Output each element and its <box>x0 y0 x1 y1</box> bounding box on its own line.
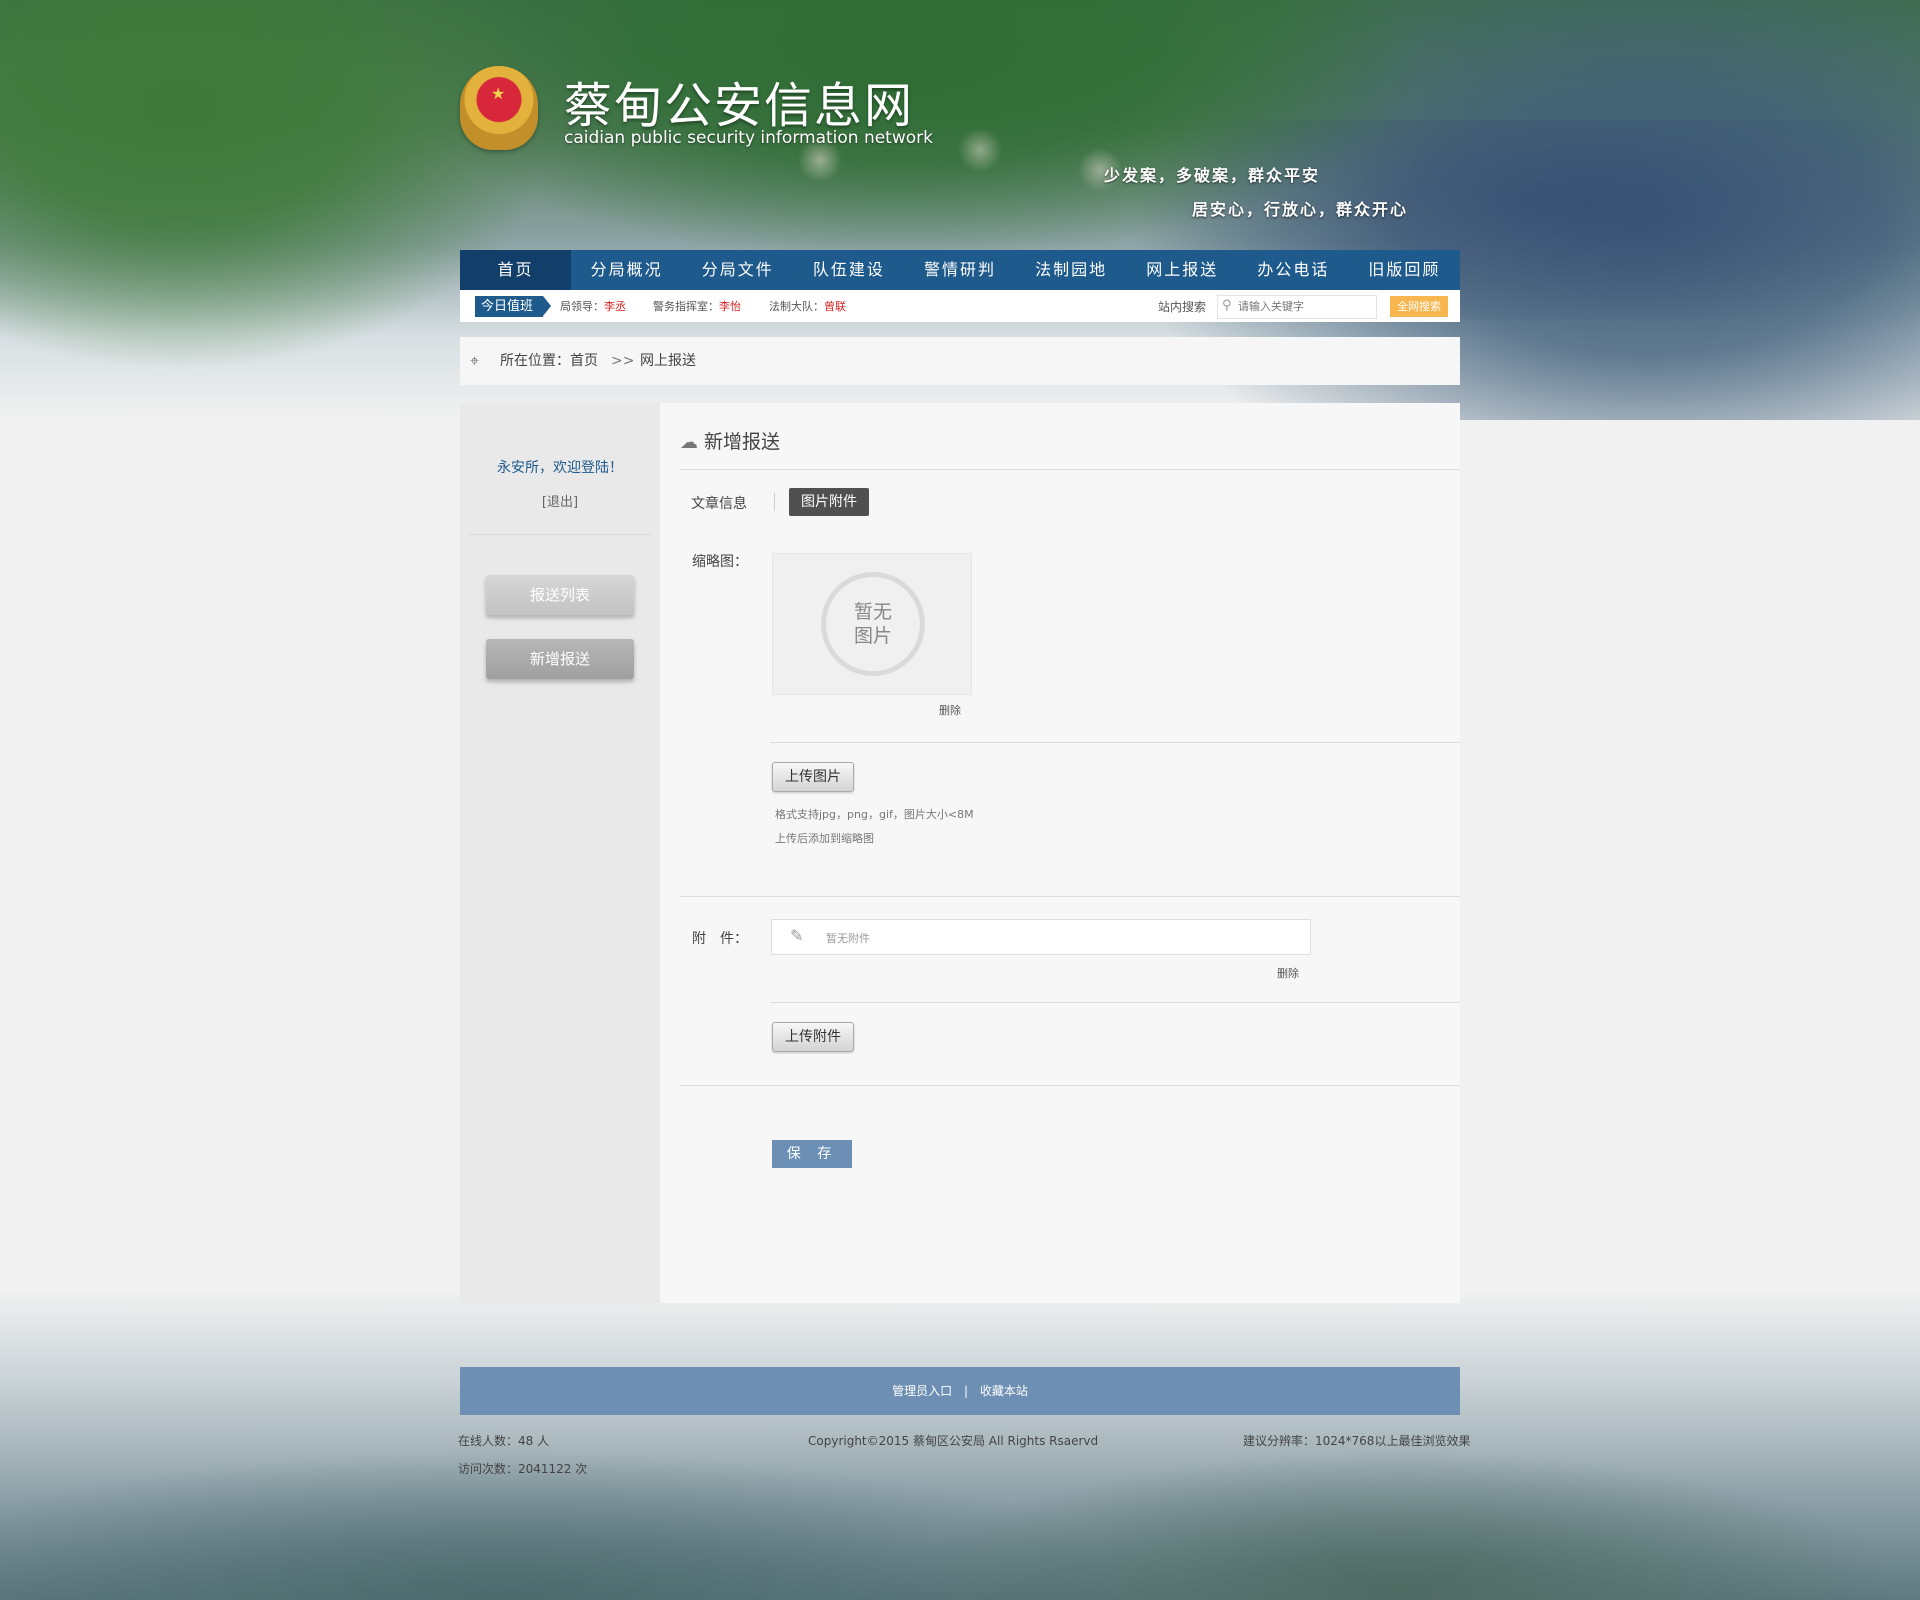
page-title: ☁ 新增报送 <box>680 427 780 454</box>
duty-legal-label: 法制大队： <box>769 300 824 313</box>
format-hint: 格式支持jpg，png，gif，图片大小<8M <box>775 808 974 821</box>
logout-link[interactable]: [退出] <box>460 491 660 510</box>
slogan-line-1: 少发案，多破案，群众平安 <box>1104 166 1321 185</box>
attachment-field[interactable]: ✎ 暂无附件 <box>771 919 1311 955</box>
duty-legal-name: 曾联 <box>824 300 846 313</box>
page-title-text: 新增报送 <box>704 431 781 453</box>
nav-item-analysis[interactable]: 警情研判 <box>904 250 1015 290</box>
welcome-text: 永安所，欢迎登陆！ <box>497 460 623 476</box>
sidebar: 永安所，欢迎登陆！ [退出] 报送列表 新增报送 <box>460 403 660 1303</box>
thumbnail-label: 缩略图： <box>692 554 748 570</box>
search-icon: ⚲ <box>1222 298 1232 313</box>
breadcrumb-separator: >> <box>611 353 635 369</box>
duty-bar: 今日值班 局领导：李丞 警务指挥室：李怡 法制大队：曾联 站内搜索 ⚲ 全网搜索 <box>460 290 1460 322</box>
title-divider <box>680 469 1460 470</box>
copyright: Copyright©2015 蔡甸区公安局 All Rights Rsaervd <box>808 1434 1099 1448</box>
slogan-line-2: 居安心，行放心，群众开心 <box>1192 200 1409 219</box>
search-box: ⚲ <box>1217 295 1377 319</box>
attachment-placeholder: 暂无附件 <box>826 932 870 945</box>
sidebar-divider <box>470 534 650 535</box>
admin-entry-link[interactable]: 管理员入口 <box>892 1384 952 1398</box>
attachment-divider <box>770 1002 1460 1003</box>
site-subtitle: caidian public security information netw… <box>564 128 933 148</box>
nav-item-legal[interactable]: 法制园地 <box>1016 250 1127 290</box>
nav-item-documents[interactable]: 分局文件 <box>682 250 793 290</box>
duty-leader-name: 李丞 <box>604 300 626 313</box>
search-input[interactable] <box>1238 298 1368 314</box>
breadcrumb-label: 所在位置： <box>500 353 570 369</box>
search-button[interactable]: 全网搜索 <box>1390 296 1448 317</box>
star-icon: ★ <box>491 84 506 103</box>
upload-hint: 上传后添加到缩略图 <box>775 832 874 845</box>
duty-command-name: 李怡 <box>719 300 741 313</box>
resolution-note: 建议分辨率：1024*768以上最佳浏览效果 <box>1243 1434 1471 1448</box>
delete-attachment-link[interactable]: 删除 <box>1277 965 1299 981</box>
duty-command-label: 警务指挥室： <box>653 300 719 313</box>
footer-bar: 管理员入口 | 收藏本站 <box>460 1367 1460 1415</box>
delete-thumbnail-link[interactable]: 删除 <box>939 702 961 718</box>
save-button[interactable]: 保 存 <box>772 1140 852 1168</box>
paperclip-icon: ✎ <box>790 926 804 945</box>
duty-leader: 局领导：李丞 <box>560 298 626 314</box>
nav-item-old-version[interactable]: 旧版回顾 <box>1349 250 1460 290</box>
no-image-placeholder: 暂无 图片 <box>821 572 925 676</box>
breadcrumb-home-link[interactable]: 首页 <box>570 337 598 385</box>
content-panel: ☁ 新增报送 文章信息 图片附件 缩略图： 暂无 图片 删除 上传图片 格式支持j… <box>660 403 1460 1303</box>
breadcrumb: ⌖ 所在位置： 首页 >> 网上报送 <box>460 337 1460 385</box>
search-label: 站内搜索 <box>1158 300 1207 314</box>
tab-image-attachment[interactable]: 图片附件 <box>789 488 869 516</box>
no-image-line1: 暂无 <box>853 601 892 623</box>
location-pin-icon: ⌖ <box>470 351 480 370</box>
breadcrumb-current[interactable]: 网上报送 <box>640 337 696 385</box>
duty-badge: 今日值班 <box>475 296 552 317</box>
nav-item-overview[interactable]: 分局概况 <box>571 250 682 290</box>
duty-leader-label: 局领导： <box>560 300 604 313</box>
attachment-section-divider <box>680 1085 1460 1086</box>
new-report-button[interactable]: 新增报送 <box>486 639 634 679</box>
tab-separator <box>774 493 775 511</box>
upload-attachment-button[interactable]: 上传附件 <box>772 1022 854 1052</box>
report-list-button[interactable]: 报送列表 <box>486 575 634 615</box>
police-emblem-logo[interactable]: ★ <box>460 66 538 150</box>
no-image-line2: 图片 <box>853 625 892 647</box>
nav-item-home[interactable]: 首页 <box>460 250 572 290</box>
online-count: 在线人数：48 人 <box>458 1434 550 1448</box>
duty-legal: 法制大队：曾联 <box>769 298 846 314</box>
main-nav: 首页 分局概况 分局文件 队伍建设 警情研判 法制园地 网上报送 办公电话 旧版… <box>460 250 1460 290</box>
nav-item-office-phone[interactable]: 办公电话 <box>1238 250 1349 290</box>
nav-item-online-report[interactable]: 网上报送 <box>1127 250 1238 290</box>
bookmark-link[interactable]: 收藏本站 <box>980 1384 1028 1398</box>
site-title[interactable]: 蔡甸公安信息网 <box>564 66 914 136</box>
upload-image-button[interactable]: 上传图片 <box>772 762 854 792</box>
footer-divider: | <box>963 1384 969 1398</box>
visit-count: 访问次数：2041122 次 <box>458 1462 588 1476</box>
thumbnail-preview: 暂无 图片 <box>772 553 972 695</box>
attachment-label: 附 件： <box>692 931 748 947</box>
nav-item-team[interactable]: 队伍建设 <box>793 250 904 290</box>
thumbnail-divider <box>770 742 1460 743</box>
tab-article-info[interactable]: 文章信息 <box>691 493 747 513</box>
duty-command: 警务指挥室：李怡 <box>653 298 741 314</box>
image-section-divider <box>680 896 1460 897</box>
cloud-upload-icon: ☁ <box>680 432 698 453</box>
